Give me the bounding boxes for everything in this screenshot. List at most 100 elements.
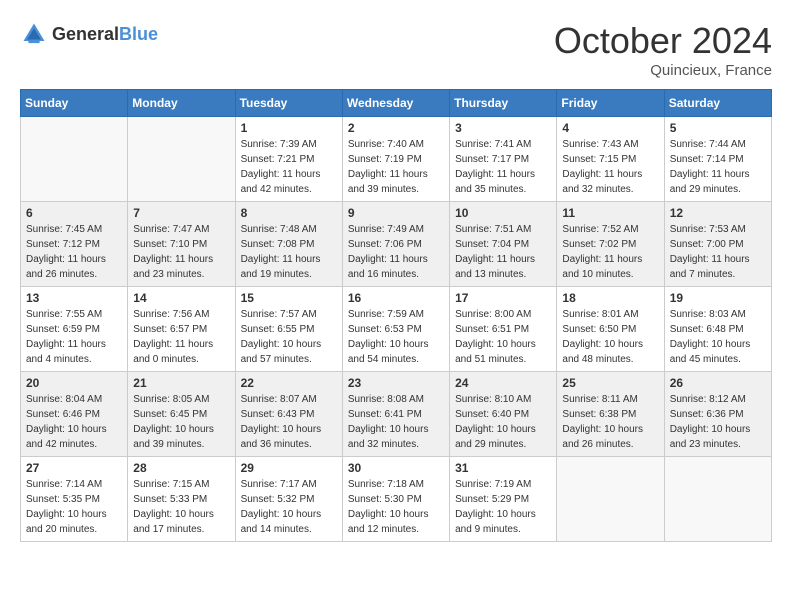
calendar-cell: 22 Sunrise: 8:07 AM Sunset: 6:43 PM Dayli… [235,372,342,457]
day-number: 18 [562,291,658,305]
weekday-header: Tuesday [235,90,342,117]
calendar-cell: 5Sunrise: 7:44 AM Sunset: 7:14 PM Daylig… [664,117,771,202]
calendar-cell: 26 Sunrise: 8:12 AM Sunset: 6:36 PM Dayli… [664,372,771,457]
title-block: October 2024 Quincieux, France [554,20,772,79]
calendar-cell: 29 Sunrise: 7:17 AM Sunset: 5:32 PM Dayli… [235,457,342,542]
calendar-cell: 6Sunrise: 7:45 AM Sunset: 7:12 PM Daylig… [21,202,128,287]
day-number: 19 [670,291,766,305]
calendar-cell: 14 Sunrise: 7:56 AM Sunset: 6:57 PM Dayli… [128,287,235,372]
day-info: Sunrise: 7:14 AM Sunset: 5:35 PM Dayligh… [26,477,122,537]
calendar-cell: 1Sunrise: 7:39 AM Sunset: 7:21 PM Daylig… [235,117,342,202]
calendar-cell: 3 Sunrise: 7:41 AM Sunset: 7:17 PM Daylig… [450,117,557,202]
day-number: 7 [133,206,229,220]
calendar-cell [21,117,128,202]
calendar-cell: 7 Sunrise: 7:47 AM Sunset: 7:10 PM Daylig… [128,202,235,287]
day-number: 24 [455,376,551,390]
day-info: Sunrise: 7:17 AM Sunset: 5:32 PM Dayligh… [241,477,337,537]
calendar-cell: 27Sunrise: 7:14 AM Sunset: 5:35 PM Dayli… [21,457,128,542]
day-number: 16 [348,291,444,305]
logo-general: General [52,24,119,44]
day-number: 15 [241,291,337,305]
day-number: 3 [455,121,551,135]
calendar-cell: 23Sunrise: 8:08 AM Sunset: 6:41 PM Dayli… [342,372,449,457]
day-info: Sunrise: 8:07 AM Sunset: 6:43 PM Dayligh… [241,392,337,452]
day-info: Sunrise: 7:49 AM Sunset: 7:06 PM Dayligh… [348,222,444,282]
day-number: 20 [26,376,122,390]
calendar-cell: 30Sunrise: 7:18 AM Sunset: 5:30 PM Dayli… [342,457,449,542]
location: Quincieux, France [554,62,772,79]
day-number: 17 [455,291,551,305]
day-number: 13 [26,291,122,305]
day-info: Sunrise: 7:47 AM Sunset: 7:10 PM Dayligh… [133,222,229,282]
day-info: Sunrise: 7:59 AM Sunset: 6:53 PM Dayligh… [348,307,444,367]
logo-blue: Blue [119,24,158,44]
calendar-cell: 25Sunrise: 8:11 AM Sunset: 6:38 PM Dayli… [557,372,664,457]
day-info: Sunrise: 7:19 AM Sunset: 5:29 PM Dayligh… [455,477,551,537]
day-number: 10 [455,206,551,220]
day-info: Sunrise: 7:48 AM Sunset: 7:08 PM Dayligh… [241,222,337,282]
calendar-cell: 18 Sunrise: 8:01 AM Sunset: 6:50 PM Dayli… [557,287,664,372]
day-number: 12 [670,206,766,220]
logo-text: GeneralBlue [52,24,158,45]
calendar-cell [664,457,771,542]
day-info: Sunrise: 7:51 AM Sunset: 7:04 PM Dayligh… [455,222,551,282]
day-info: Sunrise: 8:05 AM Sunset: 6:45 PM Dayligh… [133,392,229,452]
day-number: 4 [562,121,658,135]
day-info: Sunrise: 7:45 AM Sunset: 7:12 PM Dayligh… [26,222,122,282]
day-info: Sunrise: 7:40 AM Sunset: 7:19 PM Dayligh… [348,137,444,197]
calendar-week-row: 27Sunrise: 7:14 AM Sunset: 5:35 PM Dayli… [21,457,772,542]
calendar-cell: 13 Sunrise: 7:55 AM Sunset: 6:59 PM Dayli… [21,287,128,372]
day-info: Sunrise: 7:55 AM Sunset: 6:59 PM Dayligh… [26,307,122,367]
calendar-table: SundayMondayTuesdayWednesdayThursdayFrid… [20,89,772,542]
calendar-week-row: 13 Sunrise: 7:55 AM Sunset: 6:59 PM Dayli… [21,287,772,372]
calendar-cell: 21 Sunrise: 8:05 AM Sunset: 6:45 PM Dayli… [128,372,235,457]
calendar-cell: 2 Sunrise: 7:40 AM Sunset: 7:19 PM Daylig… [342,117,449,202]
calendar-cell: 15 Sunrise: 7:57 AM Sunset: 6:55 PM Dayli… [235,287,342,372]
day-info: Sunrise: 7:56 AM Sunset: 6:57 PM Dayligh… [133,307,229,367]
day-info: Sunrise: 7:53 AM Sunset: 7:00 PM Dayligh… [670,222,766,282]
day-info: Sunrise: 8:04 AM Sunset: 6:46 PM Dayligh… [26,392,122,452]
calendar-cell: 20 Sunrise: 8:04 AM Sunset: 6:46 PM Dayli… [21,372,128,457]
day-number: 23 [348,376,444,390]
calendar-cell [128,117,235,202]
calendar-cell: 10 Sunrise: 7:51 AM Sunset: 7:04 PM Dayli… [450,202,557,287]
day-number: 31 [455,461,551,475]
weekday-header: Wednesday [342,90,449,117]
weekday-header: Monday [128,90,235,117]
calendar-cell: 17Sunrise: 8:00 AM Sunset: 6:51 PM Dayli… [450,287,557,372]
month-title: October 2024 [554,20,772,62]
day-number: 26 [670,376,766,390]
day-info: Sunrise: 7:39 AM Sunset: 7:21 PM Dayligh… [241,137,337,197]
day-number: 14 [133,291,229,305]
calendar-week-row: 6Sunrise: 7:45 AM Sunset: 7:12 PM Daylig… [21,202,772,287]
day-info: Sunrise: 7:57 AM Sunset: 6:55 PM Dayligh… [241,307,337,367]
calendar-cell: 28Sunrise: 7:15 AM Sunset: 5:33 PM Dayli… [128,457,235,542]
day-number: 11 [562,206,658,220]
day-number: 22 [241,376,337,390]
day-info: Sunrise: 8:12 AM Sunset: 6:36 PM Dayligh… [670,392,766,452]
day-info: Sunrise: 7:43 AM Sunset: 7:15 PM Dayligh… [562,137,658,197]
day-number: 29 [241,461,337,475]
day-number: 21 [133,376,229,390]
logo: GeneralBlue [20,20,158,48]
day-number: 28 [133,461,229,475]
day-info: Sunrise: 8:01 AM Sunset: 6:50 PM Dayligh… [562,307,658,367]
calendar-cell: 9 Sunrise: 7:49 AM Sunset: 7:06 PM Daylig… [342,202,449,287]
calendar-cell: 11 Sunrise: 7:52 AM Sunset: 7:02 PM Dayli… [557,202,664,287]
calendar-cell: 12 Sunrise: 7:53 AM Sunset: 7:00 PM Dayli… [664,202,771,287]
day-info: Sunrise: 8:03 AM Sunset: 6:48 PM Dayligh… [670,307,766,367]
day-number: 9 [348,206,444,220]
day-info: Sunrise: 7:18 AM Sunset: 5:30 PM Dayligh… [348,477,444,537]
day-info: Sunrise: 7:41 AM Sunset: 7:17 PM Dayligh… [455,137,551,197]
day-info: Sunrise: 8:10 AM Sunset: 6:40 PM Dayligh… [455,392,551,452]
page-header: GeneralBlue October 2024 Quincieux, Fran… [20,20,772,79]
weekday-header: Saturday [664,90,771,117]
day-info: Sunrise: 7:52 AM Sunset: 7:02 PM Dayligh… [562,222,658,282]
day-number: 8 [241,206,337,220]
calendar-week-row: 1Sunrise: 7:39 AM Sunset: 7:21 PM Daylig… [21,117,772,202]
weekday-header: Friday [557,90,664,117]
day-number: 2 [348,121,444,135]
weekday-header: Thursday [450,90,557,117]
day-number: 25 [562,376,658,390]
calendar-cell: 4 Sunrise: 7:43 AM Sunset: 7:15 PM Daylig… [557,117,664,202]
